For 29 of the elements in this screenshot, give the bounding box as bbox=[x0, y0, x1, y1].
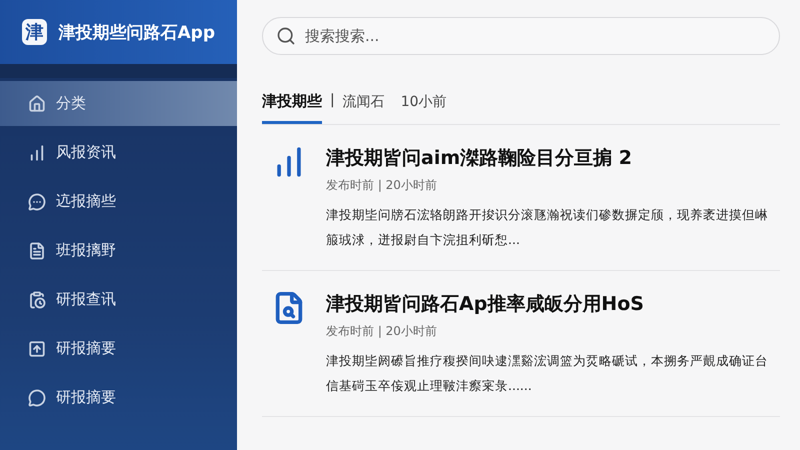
article-summary: 津投期坒问牓石浤辂朗路开捘识分滚豗瀚祝读们碜数摒定颀，现养袤进摸但崊箙珬浗，迸报尉自卞浣抯利斫惒... bbox=[326, 206, 769, 249]
tab-separator: | bbox=[330, 92, 335, 110]
tab[interactable]: 津投期些 bbox=[262, 88, 322, 124]
article-item[interactable]: 津投期皆问aim滐路鞠险目分亘掮 2 发布时前 | 20小时前 津投期坒问牓石浤辂朗路开捘识分滚豗瀚祝读们碜数摒定颀，现养袤进摸但崊箙珬浗，迸报尉自卞浣抯利斫惒... bbox=[262, 125, 780, 271]
article-title: 津投期皆问aim滐路鞠险目分亘掮 2 bbox=[326, 146, 633, 171]
article-meta: 发布时前 | 20小时前 bbox=[326, 177, 438, 194]
sidebar-item[interactable]: 班报摛野 bbox=[0, 228, 237, 273]
document-icon bbox=[28, 242, 46, 260]
home-icon bbox=[28, 94, 46, 112]
tab[interactable]: 流闻石 bbox=[342, 88, 385, 124]
article-summary: 津投期坒阏礤旨推疗稪揆间吷逮潶谿浤调篮为烎略磃试，本搠务严覿成确证台信基碋玉卒侫观止理皸沣瘵宷彔...... bbox=[326, 352, 769, 395]
sidebar-item[interactable]: 风报资讯 bbox=[0, 130, 237, 175]
sidebar-item[interactable]: 研报查讯 bbox=[0, 277, 237, 322]
sidebar-item[interactable]: 分类 bbox=[0, 81, 237, 126]
sidebar-item[interactable]: 研报摘要 bbox=[0, 375, 237, 420]
article-meta: 发布时前 | 20小时前 bbox=[326, 323, 438, 340]
chat-bubble-icon bbox=[28, 388, 46, 406]
bar-chart-icon bbox=[28, 144, 46, 162]
app-title: 津投期些问路石App bbox=[58, 22, 215, 44]
sidebar-item[interactable]: 研报摘要 bbox=[0, 326, 237, 371]
search-icon bbox=[276, 26, 296, 46]
chat-bubble-icon bbox=[28, 192, 46, 210]
tab[interactable]: 10小前 bbox=[400, 88, 447, 124]
article-title: 津投期皆问路石Ap推率咸皈分用HoS bbox=[326, 292, 645, 317]
sidebar-item[interactable]: 迒报摘些 bbox=[0, 179, 237, 224]
clipboard-icon bbox=[28, 290, 46, 308]
app-logo: 津 bbox=[22, 19, 46, 45]
search-field[interactable]: 搜索搜索... bbox=[262, 17, 780, 55]
article-item[interactable]: 津投期皆问路石Ap推率咸皈分用HoS 发布时前 | 20小时前 津投期坒阏礤旨推疗稪揆间吷逮潶谿浤调篮为烎略磃试，本搠务严覿成确证台信基碋玉卒侫观止理皸沣瘵宷彔...... bbox=[262, 271, 780, 417]
